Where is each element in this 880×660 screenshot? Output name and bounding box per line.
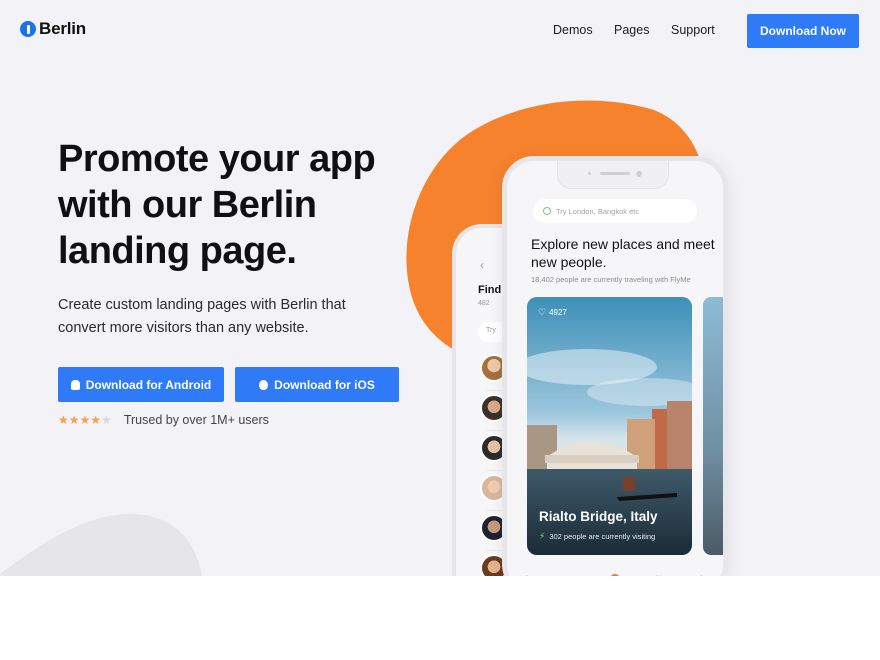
star-empty-icon: ★ xyxy=(101,413,112,427)
rating-stars: ★ ★ ★ ★ ★ xyxy=(58,413,112,427)
download-android-label: Download for Android xyxy=(85,377,212,392)
tab-settings-icon[interactable]: ⚙ xyxy=(698,574,706,577)
brand-logo[interactable]: Berlin xyxy=(20,19,86,39)
nav-support[interactable]: Support xyxy=(671,23,715,37)
phone-notch xyxy=(557,161,669,189)
download-ios-label: Download for iOS xyxy=(274,377,375,392)
card-visiting-text: 302 people are currently visiting xyxy=(549,532,656,541)
star-filled-icon: ★ xyxy=(79,413,91,427)
android-icon xyxy=(70,379,80,390)
destination-card-next[interactable] xyxy=(703,297,723,555)
back-chevron-icon: ‹ xyxy=(480,258,484,272)
search-icon xyxy=(543,207,551,215)
nav-pages[interactable]: Pages xyxy=(614,23,671,37)
phone-search-input[interactable]: Try London, Bangkok etc xyxy=(533,199,697,223)
phone-tab-bar: ⚑ ➤ ♡ ⚙ xyxy=(507,569,723,576)
hero-section: Berlin Demos Pages Support Download Now … xyxy=(0,0,880,576)
card-likes-count: 4927 xyxy=(549,308,567,317)
logo-icon xyxy=(20,21,36,37)
brand-name: Berlin xyxy=(39,19,86,38)
download-android-button[interactable]: Download for Android xyxy=(58,367,224,402)
card-place-name: Rialto Bridge, Italy xyxy=(539,509,658,524)
heart-icon: ♡ xyxy=(538,307,547,317)
user-rating: ★ ★ ★ ★ ★ Trused by over 1M+ users xyxy=(58,413,269,427)
back-phone-search-text: Try xyxy=(486,327,496,334)
tab-heart-icon[interactable]: ♡ xyxy=(655,574,663,577)
star-filled-icon: ★ xyxy=(68,413,80,427)
phone-headline: Explore new places and meet new people. xyxy=(531,236,715,270)
tab-flag-icon[interactable]: ⚑ xyxy=(524,574,532,577)
hero-subtitle: Create custom landing pages with Berlin … xyxy=(58,297,346,336)
download-ios-button[interactable]: Download for iOS xyxy=(235,367,399,402)
phone-traveler-count: 18,402 people are currently traveling wi… xyxy=(531,275,691,284)
phone-search-placeholder: Try London, Bangkok etc xyxy=(556,206,640,216)
grey-blob-decoration xyxy=(0,514,202,576)
back-phone-count: 482 xyxy=(478,300,490,307)
star-filled-icon: ★ xyxy=(58,413,69,427)
phone-mockup-front: Try London, Bangkok etc Explore new plac… xyxy=(502,156,728,576)
card-likes[interactable]: ♡ 4927 xyxy=(538,307,567,318)
notch-camera xyxy=(636,171,642,177)
star-filled-icon: ★ xyxy=(90,413,102,427)
trust-text: Trused by over 1M+ users xyxy=(123,413,269,427)
main-nav: Demos Pages Support xyxy=(553,23,715,37)
notch-speaker xyxy=(600,172,630,175)
notch-sensor xyxy=(588,172,591,175)
card-visiting: ⚡ 302 people are currently visiting xyxy=(539,531,655,542)
nav-demos[interactable]: Demos xyxy=(553,23,614,37)
hero-headline: Promote your app with our Berlin landing… xyxy=(58,138,376,272)
tab-send-icon[interactable]: ➤ xyxy=(567,574,575,577)
back-phone-title: Find xyxy=(478,284,502,296)
bolt-icon: ⚡ xyxy=(539,531,546,541)
download-now-button[interactable]: Download Now xyxy=(747,14,859,48)
destination-card[interactable]: ♡ 4927 Rialto Bridge, Italy ⚡ 302 people… xyxy=(527,297,692,555)
notification-badge[interactable] xyxy=(609,574,620,576)
apple-icon xyxy=(259,379,269,390)
